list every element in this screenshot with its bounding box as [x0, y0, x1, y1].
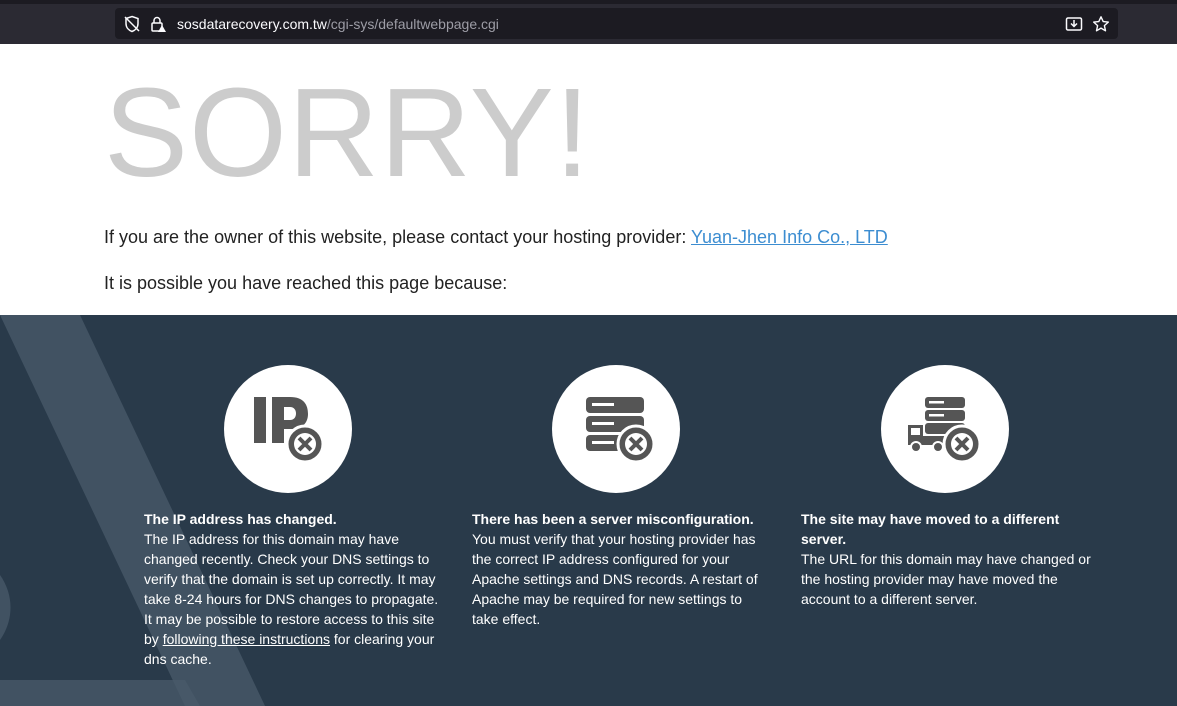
reason-body: The IP address for this domain may have … [144, 531, 439, 647]
reason-title: The site may have moved to a different s… [801, 511, 1060, 547]
lock-warning-icon[interactable] [149, 15, 167, 33]
bookmark-star-icon[interactable] [1092, 15, 1110, 33]
page-heading: SORRY! [104, 62, 591, 203]
server-error-icon [552, 365, 680, 493]
hosting-provider-link[interactable]: Yuan-Jhen Info Co., LTD [691, 227, 888, 247]
moved-server-icon [881, 365, 1009, 493]
reason-misconfiguration: There has been a server misconfiguration… [472, 509, 772, 629]
ip-error-icon [224, 365, 352, 493]
reason-ip-changed: The IP address has changed. The IP addre… [144, 509, 444, 669]
tab-strip-edge [0, 0, 1177, 4]
reason-intro: It is possible you have reached this pag… [104, 273, 508, 293]
owner-message: If you are the owner of this website, pl… [104, 227, 888, 248]
dns-instructions-link[interactable]: following these instructions [163, 631, 330, 647]
url-text[interactable]: sosdatarecovery.com.tw/cgi-sys/defaultwe… [177, 16, 499, 32]
reason-body: You must verify that your hosting provid… [472, 531, 758, 627]
reason-moved-server: The site may have moved to a different s… [801, 509, 1101, 609]
reasons-section: The IP address has changed. The IP addre… [0, 315, 1177, 706]
reason-title: The IP address has changed. [144, 511, 337, 527]
reason-body: The URL for this domain may have changed… [801, 551, 1091, 607]
owner-text: If you are the owner of this website, pl… [104, 227, 691, 247]
url-domain: sosdatarecovery.com.tw [177, 16, 327, 32]
url-path: /cgi-sys/defaultwebpage.cgi [326, 16, 499, 32]
tracking-protection-icon[interactable] [123, 15, 141, 33]
reason-title: There has been a server misconfiguration… [472, 511, 754, 527]
address-bar[interactable]: sosdatarecovery.com.tw/cgi-sys/defaultwe… [115, 8, 1118, 39]
save-page-icon[interactable] [1065, 15, 1083, 33]
browser-toolbar: sosdatarecovery.com.tw/cgi-sys/defaultwe… [0, 0, 1177, 44]
